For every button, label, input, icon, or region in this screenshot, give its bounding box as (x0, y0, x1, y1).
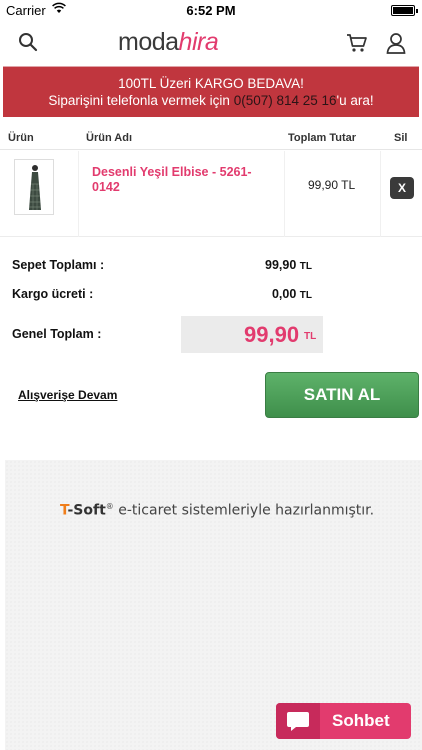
header-total: Toplam Tutar (288, 132, 357, 144)
shipping-value: 0,00 (271, 287, 297, 301)
shipping-line: Kargo ücreti : 0,00 TL (12, 287, 312, 301)
phone-order-text: Siparişini telefonla vermek için 0(507) … (48, 93, 374, 108)
tsoft-logo-t: T (60, 502, 68, 519)
tsoft-logo-rest: -Soft (67, 502, 106, 519)
chat-label: Sohbet (332, 711, 390, 730)
cart-table-header: Ürün Ürün Adı Toplam Tutar Sil (0, 128, 422, 150)
chat-button[interactable]: Sohbet (276, 703, 411, 739)
free-shipping-text: 100TL Üzeri KARGO BEDAVA! (118, 76, 304, 91)
search-icon[interactable] (18, 32, 38, 57)
status-bar: Carrier 6:52 PM (0, 0, 422, 22)
cart-total-label: Sepet Toplamı : (12, 258, 105, 272)
user-icon[interactable] (386, 32, 406, 59)
cart-item-row: Desenli Yeşil Elbise - 5261-0142 99,90 T… (0, 151, 422, 237)
clock: 6:52 PM (186, 3, 236, 18)
grand-total-label: Genel Toplam : (12, 327, 102, 341)
continue-shopping-link[interactable]: Alışverişe Devam (18, 388, 117, 402)
battery-icon (391, 5, 418, 16)
grand-total-value: 99,90 (244, 322, 300, 347)
header-product: Ürün (8, 132, 34, 144)
product-thumbnail[interactable] (14, 159, 54, 215)
header-delete: Sil (394, 132, 408, 144)
checkout-button[interactable]: SATIN AL (265, 372, 419, 418)
cart-page: Carrier 6:52 PM modahira 100TL Üzeri KAR… (0, 0, 422, 750)
app-header: modahira (0, 22, 422, 66)
shipping-label: Kargo ücreti : (12, 287, 94, 301)
remove-item-button[interactable]: X (390, 177, 414, 199)
grand-total-box: 99,90 TL (181, 316, 323, 353)
cart-total-line: Sepet Toplamı : 99,90 TL (12, 258, 312, 272)
phone-number[interactable]: 0(507) 814 25 16 (234, 93, 337, 108)
chat-bubble-icon (276, 703, 320, 739)
grand-total-currency: TL (304, 331, 317, 342)
cart-total-value: 99,90 (265, 258, 297, 272)
header-product-name: Ürün Adı (86, 132, 133, 144)
cart-icon[interactable] (346, 33, 368, 58)
item-total-price: 99,90 TL (308, 178, 356, 192)
promo-banner: 100TL Üzeri KARGO BEDAVA! Siparişini tel… (3, 66, 419, 117)
brand-logo[interactable]: modahira (118, 28, 219, 60)
footer-credit: T-Soft® e-ticaret sistemleriyle hazırlan… (60, 502, 375, 519)
product-name-link[interactable]: Desenli Yeşil Elbise - 5261-0142 (92, 165, 272, 195)
